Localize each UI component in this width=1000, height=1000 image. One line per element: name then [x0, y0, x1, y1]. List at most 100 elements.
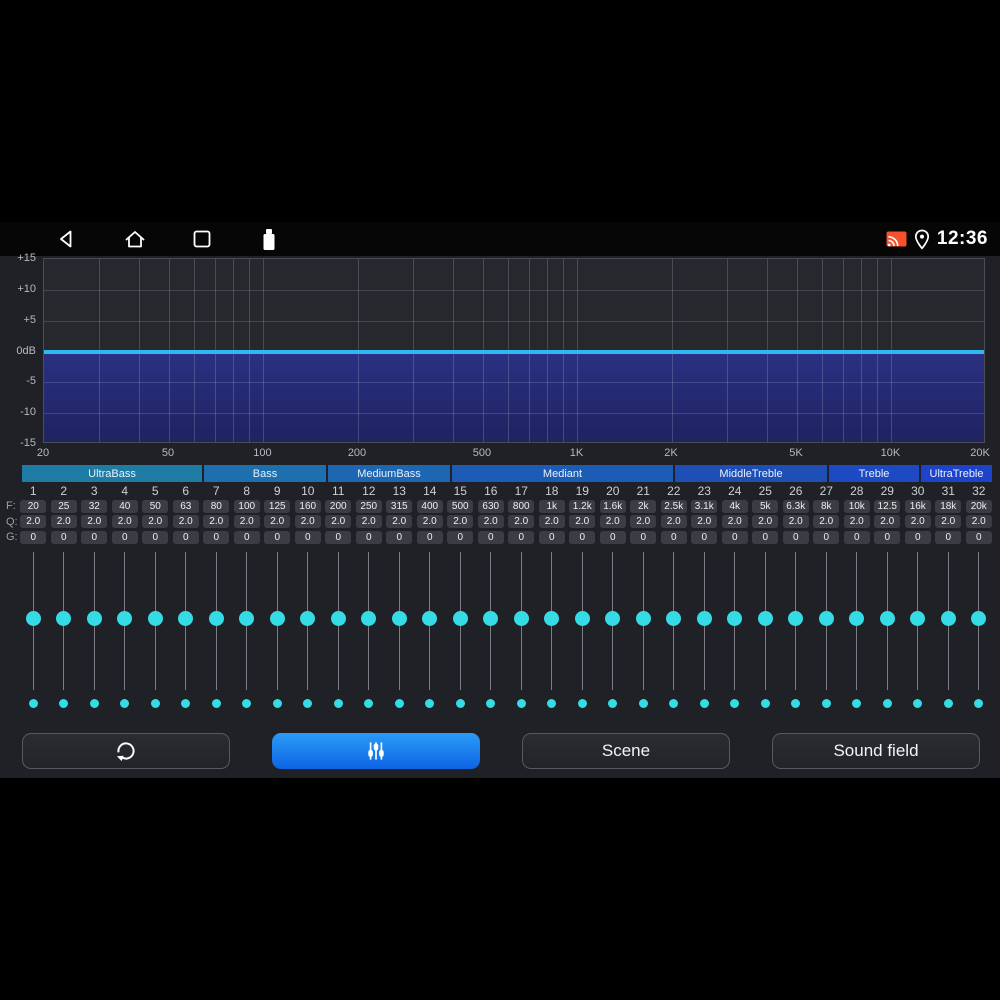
slider-knob[interactable] [56, 611, 72, 626]
eq-band-slider[interactable] [659, 548, 690, 716]
slider-knob[interactable] [757, 611, 773, 626]
slider-knob[interactable] [361, 611, 377, 626]
frequency-value: 63 [172, 499, 199, 513]
eq-band-slider[interactable] [79, 548, 110, 716]
q-factor-value-cell: 2.0 [232, 515, 263, 529]
slider-knob[interactable] [788, 611, 804, 626]
eq-band-slider[interactable] [262, 548, 293, 716]
gain-value: 0 [355, 530, 382, 544]
slider-knob[interactable] [513, 611, 529, 626]
q-factor-value-cell: 2.0 [567, 515, 598, 529]
gain-value: 0 [81, 530, 108, 544]
slider-knob[interactable] [117, 611, 133, 626]
slider-knob[interactable] [635, 611, 651, 626]
eq-band-slider[interactable] [781, 548, 812, 716]
home-icon[interactable] [123, 227, 147, 251]
slider-knob[interactable] [544, 611, 560, 626]
slider-knob[interactable] [86, 611, 102, 626]
q-factor-value-cell: 2.0 [293, 515, 324, 529]
reset-button[interactable] [22, 733, 230, 769]
slider-knob[interactable] [330, 611, 346, 626]
eq-band-slider[interactable] [872, 548, 903, 716]
back-icon[interactable] [55, 227, 79, 251]
eq-band-slider[interactable] [415, 548, 446, 716]
slider-knob[interactable] [25, 611, 41, 626]
eq-band-slider[interactable] [384, 548, 415, 716]
slider-knob[interactable] [269, 611, 285, 626]
slider-knob[interactable] [940, 611, 956, 626]
slider-knob[interactable] [483, 611, 499, 626]
slider-knob[interactable] [818, 611, 834, 626]
q-factor-value-cell: 2.0 [506, 515, 537, 529]
slider-base-dot [28, 699, 38, 708]
eq-band-slider[interactable] [842, 548, 873, 716]
eq-band-slider[interactable] [323, 548, 354, 716]
eq-band-slider[interactable] [598, 548, 629, 716]
slider-knob[interactable] [300, 611, 316, 626]
slider-knob[interactable] [666, 611, 682, 626]
slider-knob[interactable] [574, 611, 590, 626]
slider-knob[interactable] [879, 611, 895, 626]
frequency-value-row: 20 25 32 40 50 63 80 100 125 160 200 250 315 400 500 63… [18, 499, 994, 513]
slider-knob[interactable] [178, 611, 194, 626]
eq-band-slider[interactable] [171, 548, 202, 716]
eq-band-slider[interactable] [750, 548, 781, 716]
slider-knob[interactable] [422, 611, 438, 626]
eq-band-slider[interactable] [689, 548, 720, 716]
frequency-value: 500 [447, 499, 474, 513]
frequency-value-cell: 1.2k [567, 499, 598, 513]
frequency-value-cell: 8k [811, 499, 842, 513]
eq-band-slider[interactable] [110, 548, 141, 716]
frequency-value: 80 [203, 499, 230, 513]
recents-icon[interactable] [190, 227, 214, 251]
eq-band-slider[interactable] [567, 548, 598, 716]
band-number-cell: 27 [819, 483, 833, 498]
eq-band-slider[interactable] [476, 548, 507, 716]
eq-band-slider[interactable] [628, 548, 659, 716]
q-factor-value: 2.0 [813, 515, 840, 528]
slider-knob[interactable] [605, 611, 621, 626]
gain-value-cell: 0 [750, 530, 781, 544]
band-number-cell: 20 [606, 483, 620, 498]
usb-drive-icon[interactable] [257, 227, 281, 253]
q-factor-value-cell: 2.0 [110, 515, 141, 529]
band-number-cell: 12 [362, 483, 376, 498]
eq-band-slider[interactable] [140, 548, 171, 716]
gain-value-cell: 0 [476, 530, 507, 544]
eq-band-slider[interactable] [232, 548, 263, 716]
eq-band-slider[interactable] [537, 548, 568, 716]
band-number-cell: 3 [90, 483, 98, 498]
slider-knob[interactable] [391, 611, 407, 626]
slider-knob[interactable] [208, 611, 224, 626]
eq-band-slider[interactable] [903, 548, 934, 716]
eq-band-slider[interactable] [720, 548, 751, 716]
slider-knob[interactable] [147, 611, 163, 626]
sound-field-button[interactable]: Sound field [772, 733, 980, 769]
x-axis-tick-label: 5K [789, 447, 803, 459]
equalizer-button[interactable] [272, 733, 480, 769]
eq-band-slider[interactable] [506, 548, 537, 716]
scene-button[interactable]: Scene [522, 733, 730, 769]
slider-knob[interactable] [452, 611, 468, 626]
frequency-value-cell: 16k [903, 499, 934, 513]
gain-value: 0 [20, 530, 47, 544]
slider-knob[interactable] [971, 611, 987, 626]
eq-band-slider[interactable] [933, 548, 964, 716]
eq-band-slider[interactable] [201, 548, 232, 716]
q-factor-value-cell: 2.0 [171, 515, 202, 529]
eq-band-slider[interactable] [445, 548, 476, 716]
eq-band-slider[interactable] [811, 548, 842, 716]
eq-band-slider[interactable] [18, 548, 49, 716]
eq-band-slider[interactable] [293, 548, 324, 716]
slider-knob[interactable] [696, 611, 712, 626]
slider-knob[interactable] [849, 611, 865, 626]
slider-knob[interactable] [239, 611, 255, 626]
slider-knob[interactable] [910, 611, 926, 626]
x-axis-tick-label: 50 [161, 447, 175, 459]
eq-band-slider[interactable] [964, 548, 995, 716]
frequency-value: 160 [294, 499, 321, 513]
frequency-value: 1.2k [569, 499, 596, 513]
slider-knob[interactable] [727, 611, 743, 626]
eq-band-slider[interactable] [354, 548, 385, 716]
eq-band-slider[interactable] [49, 548, 80, 716]
